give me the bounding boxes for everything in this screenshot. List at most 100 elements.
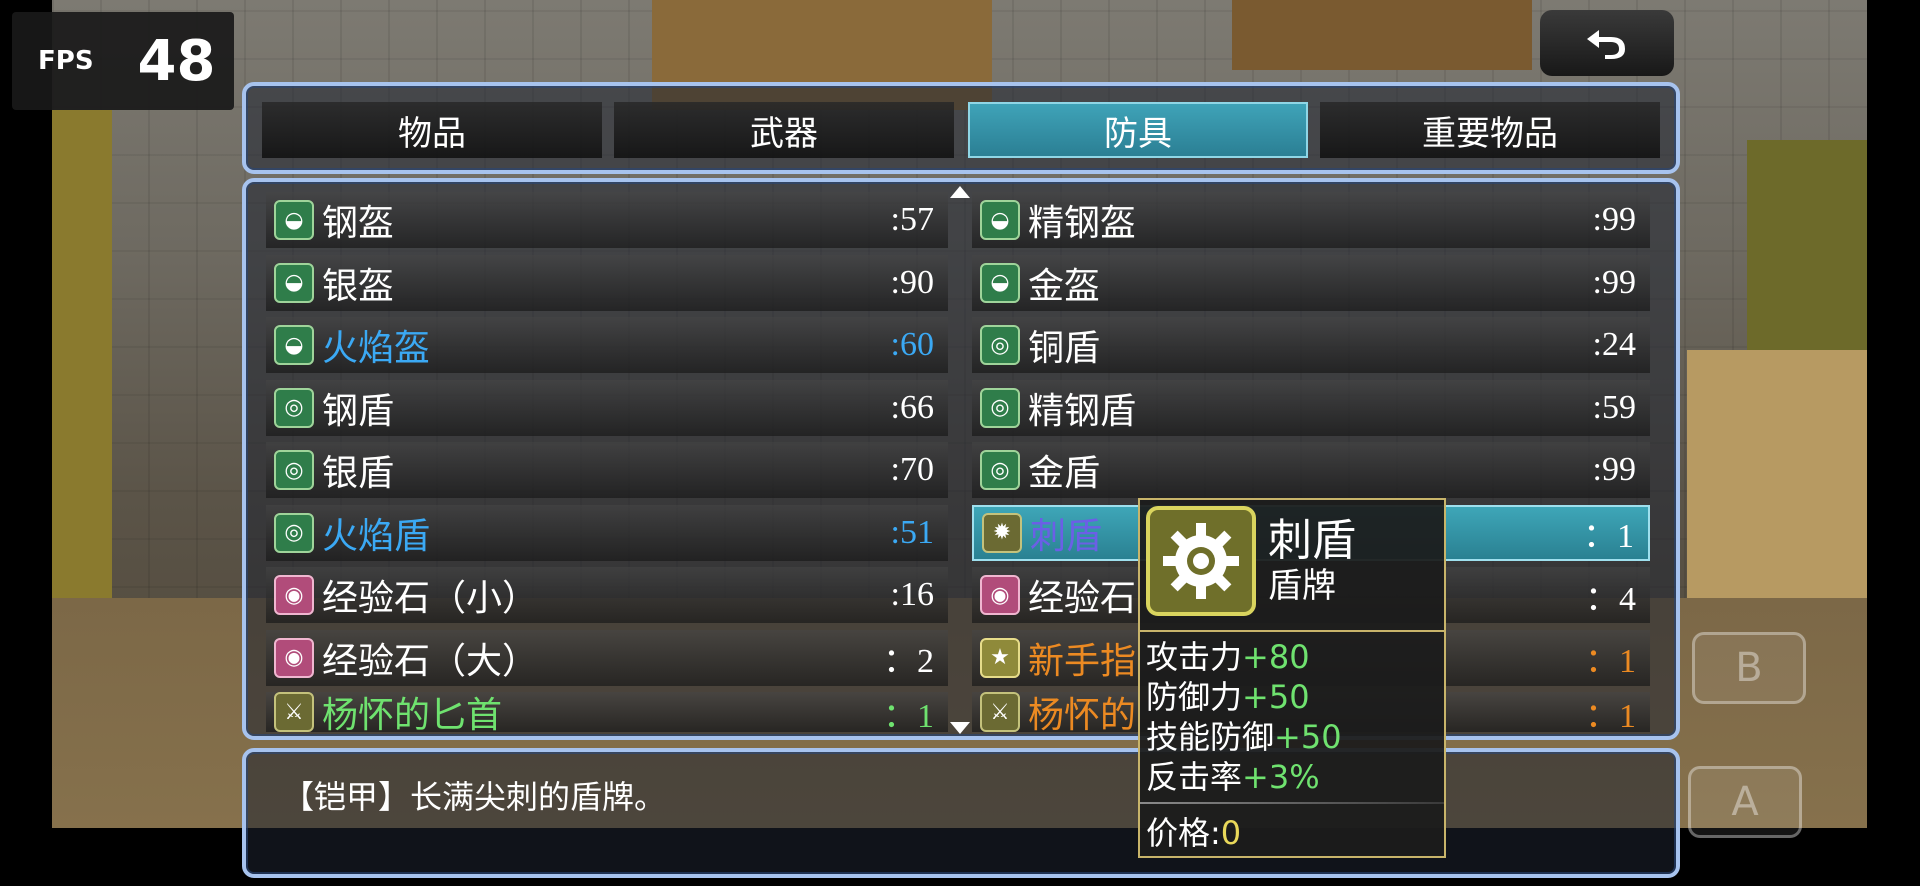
stat-counter-rate: 反击率+3% <box>1146 758 1320 796</box>
item-name: 经验石 <box>1028 578 1137 619</box>
item-count: :24 <box>1592 326 1636 363</box>
exp-stone-icon: ◉ <box>980 575 1020 615</box>
back-arrow-icon <box>1587 30 1625 59</box>
item-name: 刺盾 <box>1030 515 1103 557</box>
helmet-icon: ◒ <box>274 200 314 240</box>
item-name: 经验石（小） <box>322 578 539 619</box>
fps-counter: FPS 48 <box>12 12 234 110</box>
category-tabs-window: 物品 武器 防具 重要物品 <box>242 82 1680 174</box>
item-name: 经验石（大） <box>322 640 539 682</box>
a-button[interactable]: A <box>1688 766 1802 838</box>
shield-icon: ◎ <box>980 387 1020 428</box>
item-name: 火焰盾 <box>322 515 431 557</box>
spike-shield-icon <box>1146 506 1256 616</box>
item-count: :70 <box>890 451 934 488</box>
gear-shield-glyph <box>1163 523 1239 599</box>
item-name: 杨怀的匕首 <box>322 695 503 732</box>
a-button-label: A <box>1731 779 1759 825</box>
tab-key-items[interactable]: 重要物品 <box>1320 102 1660 158</box>
item-row[interactable]: ◎ 钢盾 :66 <box>266 379 948 436</box>
b-button-label: B <box>1735 645 1763 691</box>
item-count: :66 <box>890 388 934 426</box>
tab-label: 武器 <box>750 113 818 154</box>
tab-label: 重要物品 <box>1422 113 1558 154</box>
item-count: ：4 <box>1585 580 1636 618</box>
item-row[interactable]: ◎ 铜盾 :24 <box>972 317 1650 373</box>
scroll-up-arrow-icon[interactable] <box>950 186 970 198</box>
dagger-icon: ⚔ <box>274 692 314 732</box>
tooltip-divider <box>1140 802 1444 804</box>
exp-stone-icon: ◉ <box>274 575 314 615</box>
item-name: 火焰盔 <box>322 328 431 369</box>
item-row[interactable]: ◎ 精钢盾 :59 <box>972 379 1650 436</box>
item-count: ：2 <box>883 643 934 680</box>
item-name: 新手指 <box>1028 640 1137 682</box>
fps-label: FPS <box>38 46 94 76</box>
item-count: :51 <box>890 513 934 551</box>
star-icon: ★ <box>980 637 1020 678</box>
dagger-icon: ⚔ <box>980 692 1020 732</box>
spike-shield-icon: ✹ <box>982 512 1022 553</box>
tab-items[interactable]: 物品 <box>262 102 602 158</box>
item-name: 钢盔 <box>322 203 395 244</box>
back-button[interactable] <box>1540 10 1674 76</box>
item-name: 银盔 <box>322 265 395 307</box>
helmet-icon: ◒ <box>274 262 314 303</box>
item-row[interactable]: ◒ 精钢盔 :99 <box>972 192 1650 248</box>
item-name: 精钢盾 <box>1028 390 1137 432</box>
item-row[interactable]: ◒ 钢盔 :57 <box>266 192 948 248</box>
scroll-down-arrow-icon[interactable] <box>950 722 970 734</box>
exp-stone-icon: ◉ <box>274 637 314 678</box>
helmet-icon: ◒ <box>980 262 1020 303</box>
item-count: :59 <box>1592 388 1636 426</box>
item-name: 金盔 <box>1028 265 1101 307</box>
shield-icon: ◎ <box>274 450 314 490</box>
tab-weapons[interactable]: 武器 <box>614 102 954 158</box>
item-row[interactable]: ◒ 银盔 :90 <box>266 254 948 311</box>
item-name: 钢盾 <box>322 390 395 432</box>
grass-tile <box>52 110 112 610</box>
tab-label: 防具 <box>1104 113 1172 154</box>
shield-icon: ◎ <box>274 512 314 553</box>
item-row[interactable]: ◉ 经验石（小） :16 <box>266 567 948 623</box>
item-count: :16 <box>890 576 934 613</box>
item-description: 【铠甲】长满尖刺的盾牌。 <box>282 778 667 816</box>
shield-icon: ◎ <box>274 387 314 428</box>
helmet-icon: ◒ <box>980 200 1020 240</box>
item-count: :90 <box>890 263 934 301</box>
shield-icon: ◎ <box>980 325 1020 365</box>
tooltip-price: 价格:0 <box>1146 814 1242 852</box>
item-count: ：1 <box>1585 643 1636 680</box>
tab-label: 物品 <box>398 113 466 154</box>
item-count: :60 <box>890 326 934 363</box>
description-window: 【铠甲】长满尖刺的盾牌。 <box>242 748 1680 878</box>
item-list-window: ◒ 钢盔:57 ◒ 银盔:90 ◒ 火焰盔:60 ◎ 钢盾:66 ◎ 银盾:70 ◎ 火焰盾:51 ◉ 经… <box>242 178 1680 740</box>
item-name: 精钢盔 <box>1028 203 1137 244</box>
item-name: 铜盾 <box>1028 328 1101 369</box>
b-button[interactable]: B <box>1692 632 1806 704</box>
tab-armor[interactable]: 防具 <box>968 102 1308 158</box>
item-row[interactable]: ⚔ 杨怀的匕首 ：1 <box>266 692 948 732</box>
item-row[interactable]: ◎ 银盾 :70 <box>266 442 948 498</box>
item-count: :99 <box>1592 451 1636 488</box>
item-row[interactable]: ◒ 火焰盔 :60 <box>266 317 948 373</box>
item-name: 金盾 <box>1028 453 1101 494</box>
item-name: 杨怀的 <box>1028 695 1137 732</box>
item-row[interactable]: ◎ 金盾 :99 <box>972 442 1650 498</box>
item-name: 银盾 <box>322 453 395 494</box>
fire-helmet-icon: ◒ <box>274 325 314 365</box>
item-row[interactable]: ◒ 金盔 :99 <box>972 254 1650 311</box>
item-count: :99 <box>1592 263 1636 301</box>
item-count: ：1 <box>883 697 934 733</box>
fps-value: 48 <box>137 28 216 94</box>
item-row[interactable]: ◉ 经验石（大） ：2 <box>266 629 948 686</box>
item-row[interactable]: ◎ 火焰盾 :51 <box>266 504 948 561</box>
item-count: :99 <box>1592 201 1636 238</box>
tooltip-item-type: 盾牌 <box>1268 566 1336 606</box>
item-tooltip: 刺盾 盾牌 攻击力+80 防御力+50 技能防御+50 反击率+3% 价格:0 <box>1138 498 1446 858</box>
item-count: ：1 <box>1583 518 1634 555</box>
item-count: :57 <box>890 201 934 238</box>
item-count: ：1 <box>1585 697 1636 733</box>
building-roof <box>1232 0 1532 70</box>
shield-icon: ◎ <box>980 450 1020 490</box>
